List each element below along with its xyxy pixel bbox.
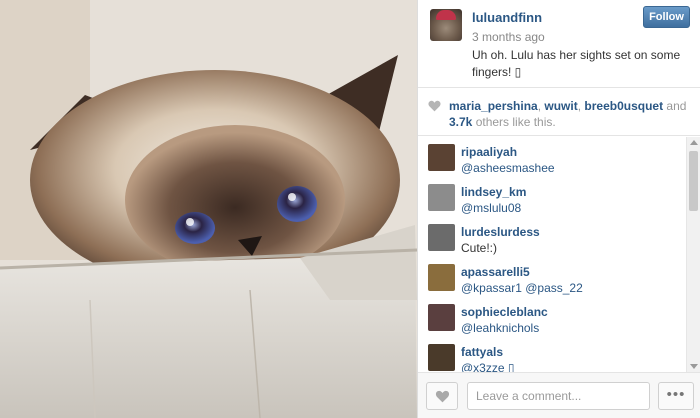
comment-item: fattyals @x3zze ▯	[418, 337, 700, 372]
commenter-username[interactable]: lindsey_km	[461, 185, 526, 199]
likes-and-text: and	[663, 99, 687, 113]
commenter-username[interactable]: apassarelli5	[461, 265, 530, 279]
commenter-avatar[interactable]	[428, 224, 455, 251]
more-options-button[interactable]: •••	[658, 382, 694, 410]
comment-item: sophiecleblanc @leahknichols	[418, 297, 700, 337]
post-timestamp[interactable]: 3 months ago	[472, 30, 545, 44]
scroll-up-arrow-icon[interactable]	[690, 140, 698, 145]
comments-scrollbar[interactable]	[686, 137, 700, 372]
commenter-username[interactable]: ripaaliyah	[461, 145, 517, 159]
comment-text[interactable]: @x3zze ▯	[461, 361, 514, 372]
heart-icon	[428, 100, 441, 112]
comment-item: lindsey_km @mslulu08	[418, 177, 700, 217]
comment-item: apassarelli5 @kpassar1 @pass_22	[418, 257, 700, 297]
comment-item: ripaaliyah @asheesmashee	[418, 137, 700, 177]
cat-photo-illustration	[0, 0, 417, 418]
comment-input[interactable]	[467, 382, 650, 410]
likes-summary: maria_pershina, wuwit, breeb0usquet and …	[418, 88, 700, 136]
commenter-username[interactable]: fattyals	[461, 345, 503, 359]
like-button[interactable]	[426, 382, 458, 410]
comment-footer: •••	[418, 372, 700, 418]
others-count-link[interactable]: 3.7k	[449, 115, 472, 129]
owner-username[interactable]: luluandfinn	[472, 10, 542, 25]
comment-item: lurdeslurdess Cute!:)	[418, 217, 700, 257]
comment-text[interactable]: @kpassar1 @pass_22	[461, 281, 583, 295]
liker-link[interactable]: wuwit	[544, 99, 577, 113]
commenter-avatar[interactable]	[428, 184, 455, 211]
liker-link[interactable]: maria_pershina	[449, 99, 538, 113]
comment-text[interactable]: @leahknichols	[461, 321, 539, 335]
post-header: luluandfinn 3 months ago Uh oh. Lulu has…	[418, 0, 700, 88]
commenter-avatar[interactable]	[428, 264, 455, 291]
post-sidebar: luluandfinn 3 months ago Uh oh. Lulu has…	[417, 0, 700, 418]
commenter-username[interactable]: sophiecleblanc	[461, 305, 548, 319]
commenter-username[interactable]: lurdeslurdess	[461, 225, 540, 239]
commenter-avatar[interactable]	[428, 304, 455, 331]
comment-text: Cute!:)	[461, 241, 498, 255]
comment-text[interactable]: @mslulu08	[461, 201, 521, 215]
scroll-down-arrow-icon[interactable]	[690, 364, 698, 369]
scroll-thumb[interactable]	[689, 151, 698, 211]
owner-avatar[interactable]	[430, 9, 462, 41]
post-caption: Uh oh. Lulu has her sights set on some f…	[472, 48, 681, 79]
post-photo[interactable]	[0, 0, 417, 418]
others-like-text: others like this.	[472, 115, 556, 129]
liker-link[interactable]: breeb0usquet	[584, 99, 663, 113]
comment-list[interactable]: ripaaliyah @asheesmashee lindsey_km @msl…	[418, 137, 700, 372]
comment-text[interactable]: @asheesmashee	[461, 161, 555, 175]
commenter-avatar[interactable]	[428, 144, 455, 171]
heart-icon	[435, 390, 450, 403]
follow-button[interactable]: Follow	[643, 6, 690, 28]
commenter-avatar[interactable]	[428, 344, 455, 371]
